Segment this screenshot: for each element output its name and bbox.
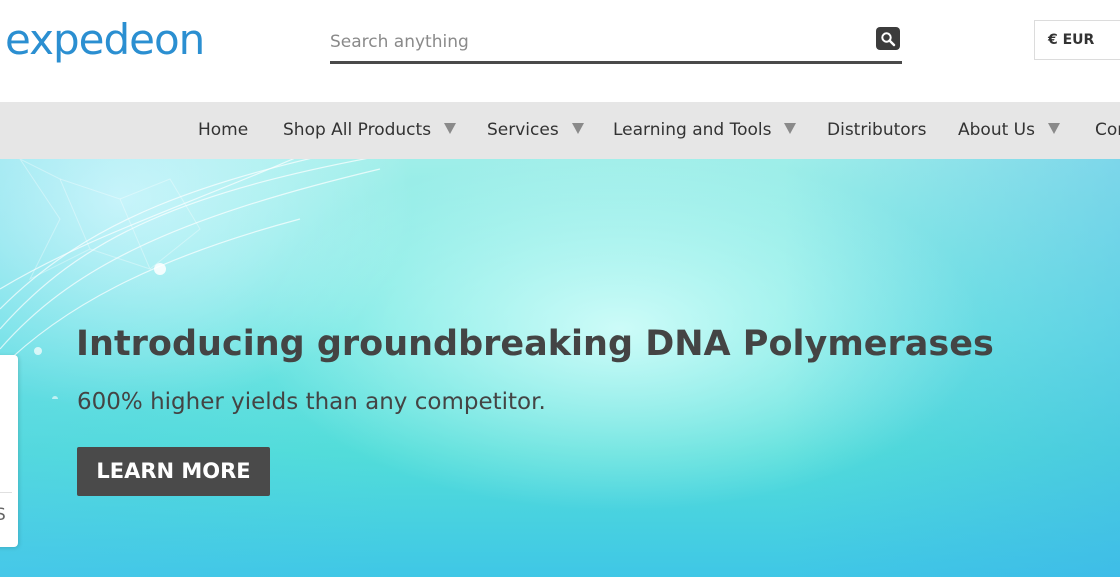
search-icon bbox=[881, 31, 896, 46]
hero-title: Introducing groundbreaking DNA Polymeras… bbox=[76, 324, 994, 364]
divider bbox=[0, 492, 12, 493]
nav-item-shop-all-products[interactable]: Shop All Products bbox=[283, 102, 457, 159]
caret-down-icon bbox=[1047, 122, 1060, 134]
logo[interactable]: expedeon bbox=[5, 12, 205, 68]
nav-item-about-us[interactable]: About Us bbox=[958, 102, 1060, 159]
currency-selector[interactable]: € EUR bbox=[1034, 20, 1120, 60]
nav-item-distributors[interactable]: Distributors bbox=[827, 102, 927, 159]
side-floating-tab[interactable]: S bbox=[0, 355, 18, 547]
nav-item-label: Cor bbox=[1095, 120, 1120, 140]
nav-item-label: Distributors bbox=[827, 120, 927, 140]
hero-subtitle: 600% higher yields than any competitor. bbox=[77, 389, 546, 415]
search-bar bbox=[330, 24, 902, 64]
caret-down-icon bbox=[571, 122, 584, 134]
nav-item-label: About Us bbox=[958, 120, 1035, 140]
learn-more-button[interactable]: LEARN MORE bbox=[77, 447, 270, 496]
nav-item-label: Home bbox=[198, 120, 249, 140]
hero-banner: Introducing groundbreaking DNA Polymeras… bbox=[0, 159, 1120, 577]
nav-item-label: Shop All Products bbox=[283, 120, 432, 140]
site-header: expedeon € EUR bbox=[0, 0, 1120, 102]
nav-item-services[interactable]: Services bbox=[487, 102, 584, 159]
nav-item-label: Learning and Tools bbox=[613, 120, 772, 140]
search-input[interactable] bbox=[330, 24, 850, 60]
caret-down-icon bbox=[444, 122, 457, 134]
nav-item-home[interactable]: Home bbox=[198, 102, 248, 159]
main-nav: Home Shop All Products Services Learning… bbox=[0, 102, 1120, 159]
caret-down-icon bbox=[784, 122, 797, 134]
nav-item-contact[interactable]: Cor bbox=[1095, 102, 1120, 159]
side-tab-label: S bbox=[0, 505, 6, 525]
nav-item-label: Services bbox=[487, 120, 559, 140]
nav-item-learning-and-tools[interactable]: Learning and Tools bbox=[613, 102, 797, 159]
search-button[interactable] bbox=[876, 27, 900, 50]
